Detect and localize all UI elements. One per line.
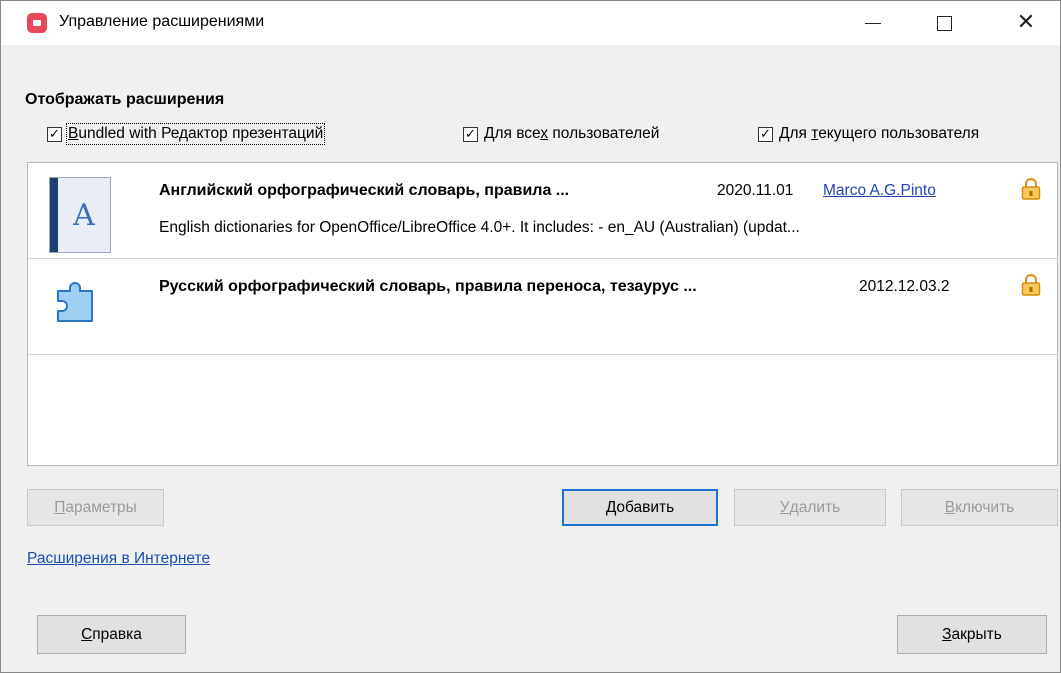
lock-icon bbox=[1021, 178, 1041, 200]
help-button[interactable]: Справка bbox=[37, 615, 186, 654]
checkbox-current-user[interactable]: ✓ Для текущего пользователя bbox=[758, 125, 979, 143]
extension-row-english-dictionary[interactable]: A Английский орфографический словарь, пр… bbox=[28, 163, 1057, 259]
close-icon: ✕ bbox=[1016, 10, 1036, 35]
enable-button[interactable]: Включить bbox=[901, 489, 1058, 526]
checkbox-current-user-box[interactable]: ✓ bbox=[758, 126, 773, 142]
extensions-list[interactable]: A Английский орфографический словарь, пр… bbox=[27, 162, 1058, 466]
checkbox-bundled-box[interactable]: ✓ bbox=[47, 126, 62, 142]
extension-author-link[interactable]: Marco A.G.Pinto bbox=[823, 182, 936, 200]
extension-version: 2012.12.03.2 bbox=[859, 278, 950, 295]
checkbox-all-users[interactable]: ✓ Для всех пользователей bbox=[463, 125, 659, 143]
checkbox-all-users-label: Для всех пользователей bbox=[484, 125, 660, 142]
minimize-icon bbox=[865, 22, 881, 24]
title-bar: Управление расширениями ✕ bbox=[1, 1, 1060, 45]
minimize-button[interactable] bbox=[844, 1, 902, 45]
checkbox-bundled-label: Bundled with Редактор презентаций bbox=[65, 123, 326, 145]
extension-title: Английский орфографический словарь, прав… bbox=[159, 182, 570, 199]
extension-title: Русский орфографический словарь, правила… bbox=[159, 278, 697, 295]
close-button[interactable]: Закрыть bbox=[897, 615, 1047, 654]
maximize-icon bbox=[936, 15, 952, 31]
extension-version: 2020.11.01 bbox=[717, 182, 794, 199]
extension-row-russian-dictionary[interactable]: Русский орфографический словарь, правила… bbox=[28, 259, 1057, 355]
window-title: Управление расширениями bbox=[59, 13, 265, 30]
extension-description: English dictionaries for OpenOffice/Libr… bbox=[159, 219, 800, 236]
remove-button[interactable]: Удалить bbox=[734, 489, 886, 526]
lock-icon bbox=[1021, 274, 1041, 296]
dictionary-icon: A bbox=[49, 177, 111, 253]
app-icon bbox=[27, 13, 47, 33]
close-window-button[interactable]: ✕ bbox=[997, 1, 1055, 45]
filter-section-label: Отображать расширения bbox=[25, 91, 225, 108]
checkbox-bundled[interactable]: ✓ Bundled with Редактор презентаций bbox=[47, 123, 326, 145]
checkbox-all-users-box[interactable]: ✓ bbox=[463, 126, 478, 142]
add-button[interactable]: Добавить bbox=[562, 489, 718, 526]
online-extensions-link[interactable]: Расширения в Интернете bbox=[27, 550, 210, 568]
parameters-button[interactable]: Параметры bbox=[27, 489, 164, 526]
extension-manager-window: Управление расширениями ✕ Отображать рас… bbox=[0, 0, 1061, 673]
checkbox-current-user-label: Для текущего пользователя bbox=[779, 125, 980, 142]
puzzle-icon bbox=[57, 282, 93, 322]
maximize-button[interactable] bbox=[915, 1, 973, 45]
